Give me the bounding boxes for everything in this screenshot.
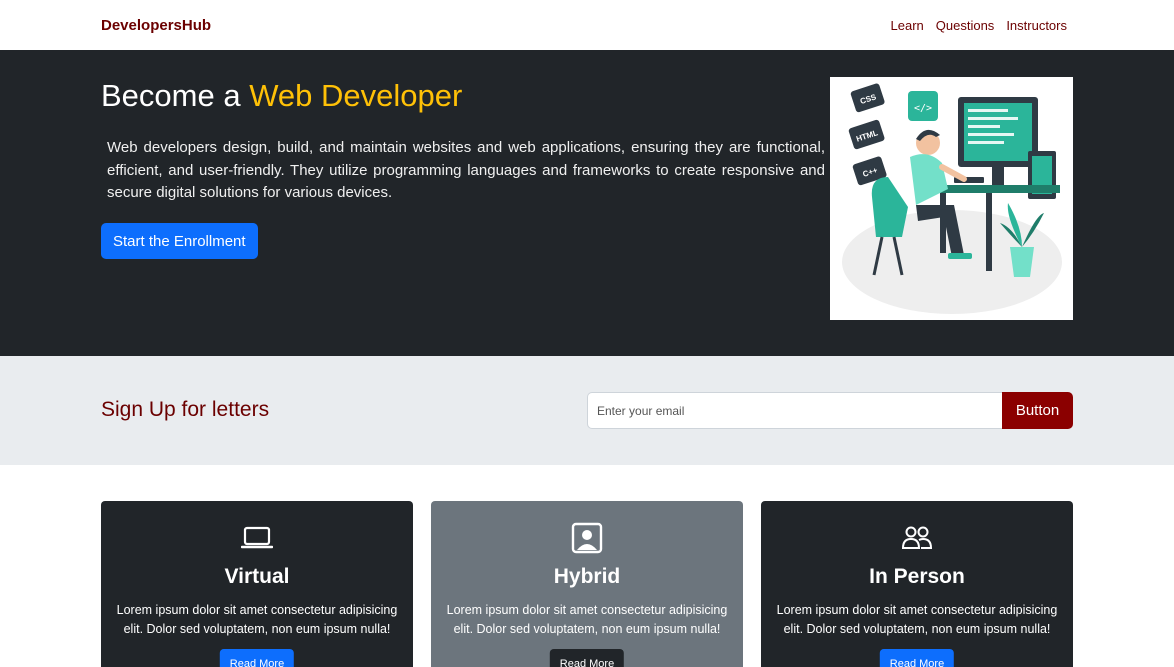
web-developer-illustration: CSS HTML C++ </> xyxy=(830,77,1073,320)
hero-title-accent: Web Developer xyxy=(249,78,463,113)
card-in-person: In Person Lorem ipsum dolor sit amet con… xyxy=(761,501,1073,667)
card-title: Hybrid xyxy=(553,565,621,588)
laptop-icon xyxy=(241,526,273,549)
card-title: Virtual xyxy=(224,565,290,588)
subscribe-button[interactable]: Button xyxy=(1002,392,1073,429)
email-input[interactable] xyxy=(587,392,1002,429)
newsletter-form: Button xyxy=(587,392,1073,429)
nav-link-learn[interactable]: Learn xyxy=(891,18,924,33)
card-title: In Person xyxy=(869,565,965,588)
svg-text:</>: </> xyxy=(914,103,932,114)
newsletter-section: Sign Up for letters Button xyxy=(0,356,1174,465)
card-text: Lorem ipsum dolor sit amet consectetur a… xyxy=(776,603,1058,636)
brand-link[interactable]: DevelopersHub xyxy=(101,17,211,34)
nav-link-questions[interactable]: Questions xyxy=(936,18,995,33)
hero-title: Become a Web Developer xyxy=(101,78,462,114)
read-more-button[interactable]: Read More xyxy=(879,649,955,667)
hero-description: Web developers design, build, and mainta… xyxy=(107,139,825,201)
cards-section: Virtual Lorem ipsum dolor sit amet conse… xyxy=(0,465,1174,667)
card-text: Lorem ipsum dolor sit amet consectetur a… xyxy=(116,603,398,636)
person-badge-icon xyxy=(571,522,603,554)
hero-title-prefix: Become a xyxy=(101,78,250,113)
card-text: Lorem ipsum dolor sit amet consectetur a… xyxy=(446,603,728,636)
read-more-button[interactable]: Read More xyxy=(549,649,625,667)
people-icon xyxy=(901,526,933,549)
nav-links: Learn Questions Instructors xyxy=(891,18,1067,33)
card-hybrid: Hybrid Lorem ipsum dolor sit amet consec… xyxy=(431,501,743,667)
start-enrollment-button[interactable]: Start the Enrollment xyxy=(101,223,258,259)
nav-link-instructors[interactable]: Instructors xyxy=(1006,18,1067,33)
developer-at-desk-illustration: CSS HTML C++ </> xyxy=(842,83,1062,314)
newsletter-title: Sign Up for letters xyxy=(101,398,270,421)
card-virtual: Virtual Lorem ipsum dolor sit amet conse… xyxy=(101,501,413,667)
hero-section: Become a Web Developer Web developers de… xyxy=(0,50,1174,356)
read-more-button[interactable]: Read More xyxy=(219,649,295,667)
navbar: DevelopersHub Learn Questions Instructor… xyxy=(0,0,1174,50)
